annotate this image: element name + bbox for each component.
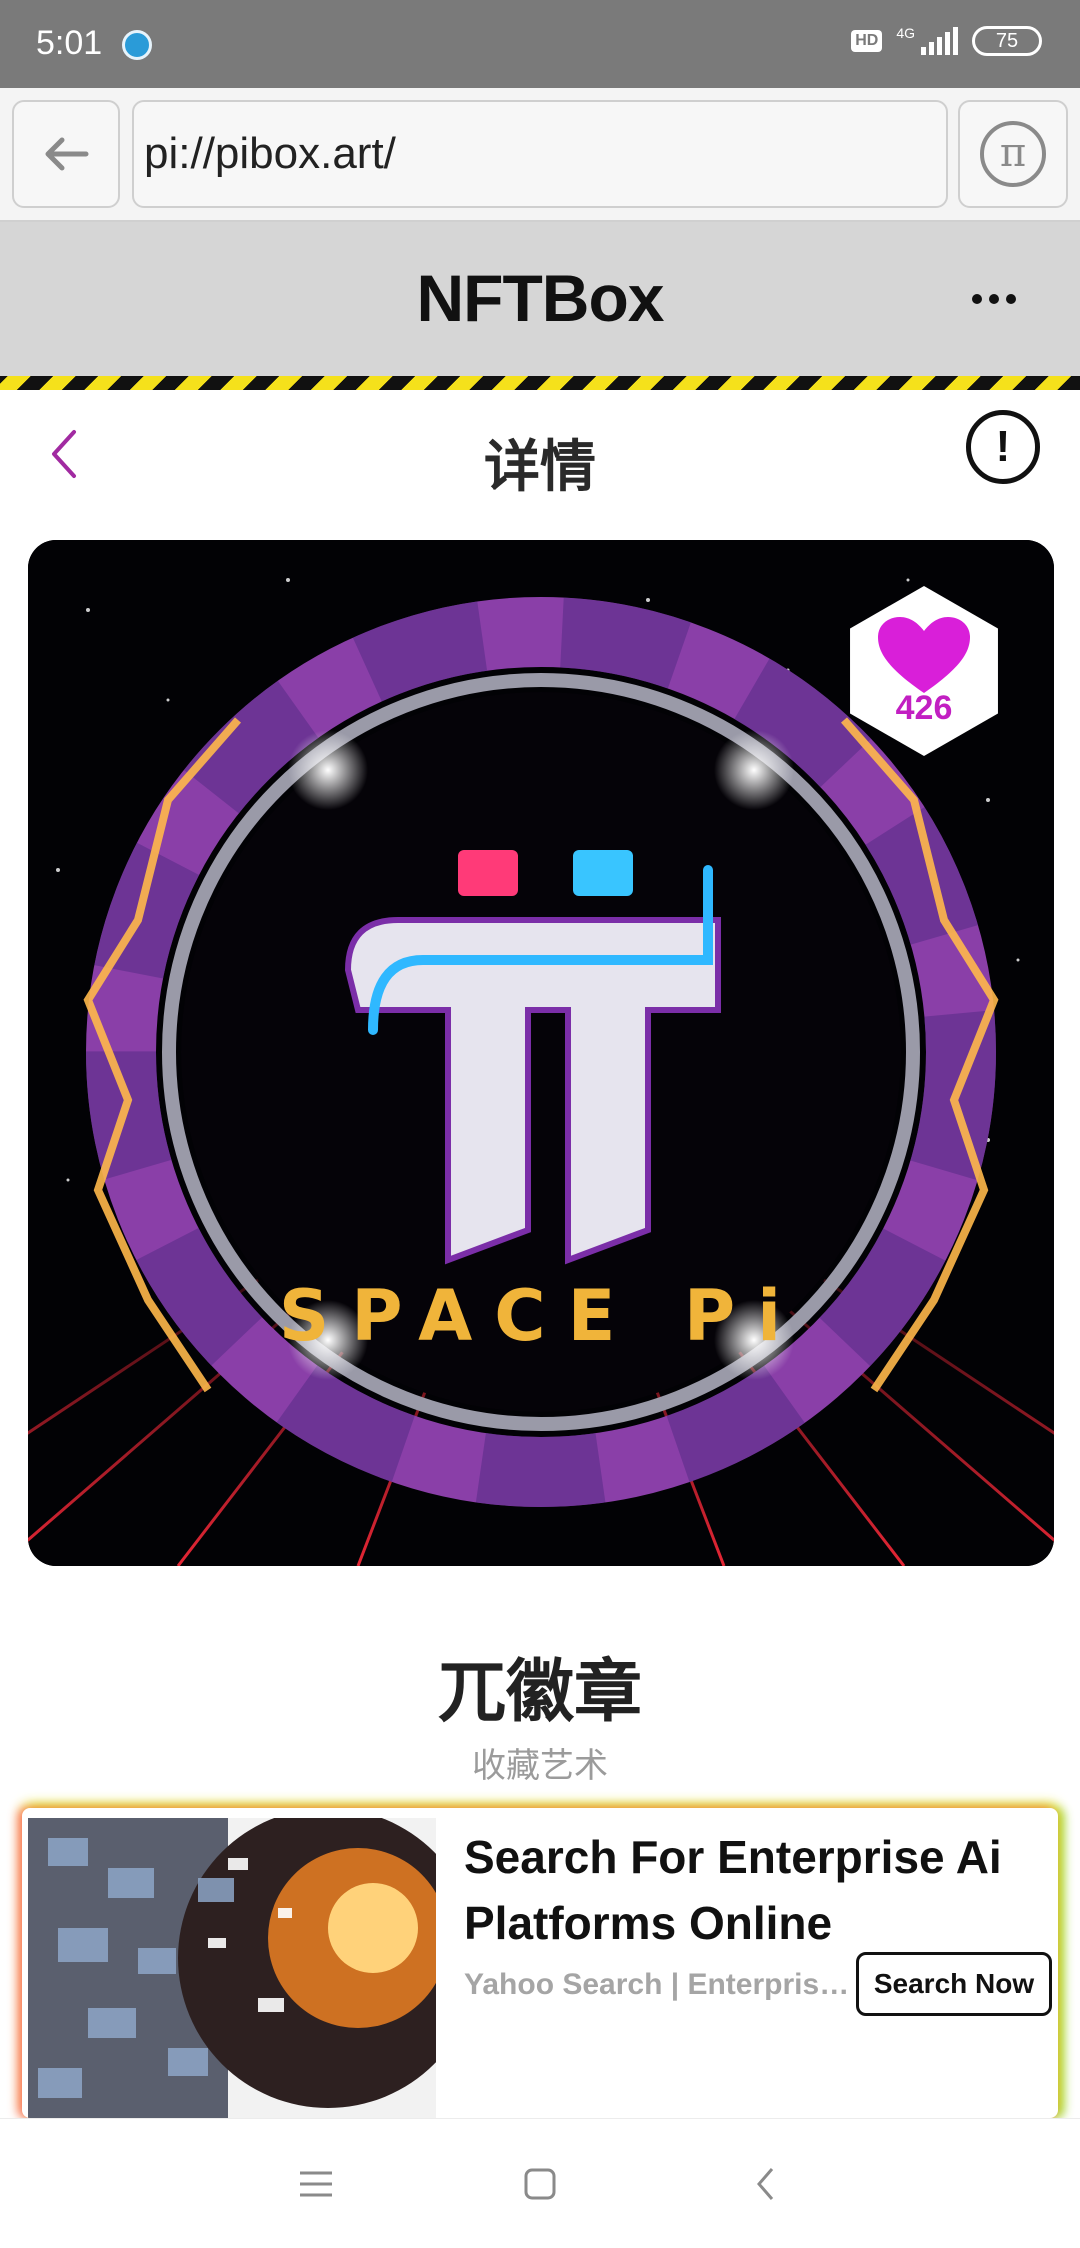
signal-icon <box>921 27 958 55</box>
like-count: 426 <box>895 688 953 727</box>
hd-badge: HD <box>851 30 883 52</box>
battery-level: 75 <box>995 30 1019 52</box>
network-type: 4G <box>896 25 915 41</box>
ad-image[interactable] <box>28 1818 436 2118</box>
ad-card[interactable]: Search For Enterprise Ai Platforms Onlin… <box>22 1808 1058 2118</box>
info-button[interactable]: ! <box>966 410 1040 484</box>
status-indicators: HD 4G 75 <box>851 26 1042 56</box>
app-title: NFTBox <box>416 261 665 335</box>
url-input[interactable]: pi://pibox.art/ <box>132 100 948 208</box>
heart-icon <box>878 616 970 693</box>
more-dots-icon[interactable] <box>972 294 1016 304</box>
nft-category: 收藏艺术 <box>472 1747 608 1785</box>
hazard-stripe-divider <box>0 376 1080 390</box>
pi-logo-icon: π <box>980 121 1046 187</box>
arrow-left-icon <box>45 137 89 171</box>
battery-icon: 75 <box>972 26 1042 56</box>
page-title: 详情 <box>484 435 596 498</box>
app-header: NFTBox <box>0 222 1080 376</box>
menu-icon[interactable] <box>286 2159 346 2209</box>
browser-back-button[interactable] <box>12 100 120 208</box>
info-icon: ! <box>995 422 1011 471</box>
status-bar: 5:01 HD 4G 75 <box>0 0 1080 88</box>
system-nav-bar <box>0 2118 1080 2248</box>
detail-header: 详情 ! <box>0 390 1080 520</box>
artwork-text: SPACE Pi <box>279 1275 803 1357</box>
app-notification-icon <box>122 30 152 60</box>
home-square-icon[interactable] <box>510 2159 570 2209</box>
screen: 5:01 HD 4G 75 pi://pibox.art/ π NFTBox 详… <box>0 0 1080 2248</box>
ad-source: Yahoo Search | Enterprise Ai Platforms <box>464 1968 864 2001</box>
back-chevron-icon[interactable] <box>736 2159 796 2209</box>
ad-search-now-button[interactable]: Search Now <box>856 1952 1052 2016</box>
nft-title: 兀徽章 <box>437 1654 642 1730</box>
ad-headline[interactable]: Search For Enterprise Ai Platforms Onlin… <box>464 1824 1044 1956</box>
browser-address-bar: pi://pibox.art/ π <box>0 88 1080 222</box>
pi-browser-button[interactable]: π <box>958 100 1068 208</box>
status-time: 5:01 <box>36 24 103 62</box>
